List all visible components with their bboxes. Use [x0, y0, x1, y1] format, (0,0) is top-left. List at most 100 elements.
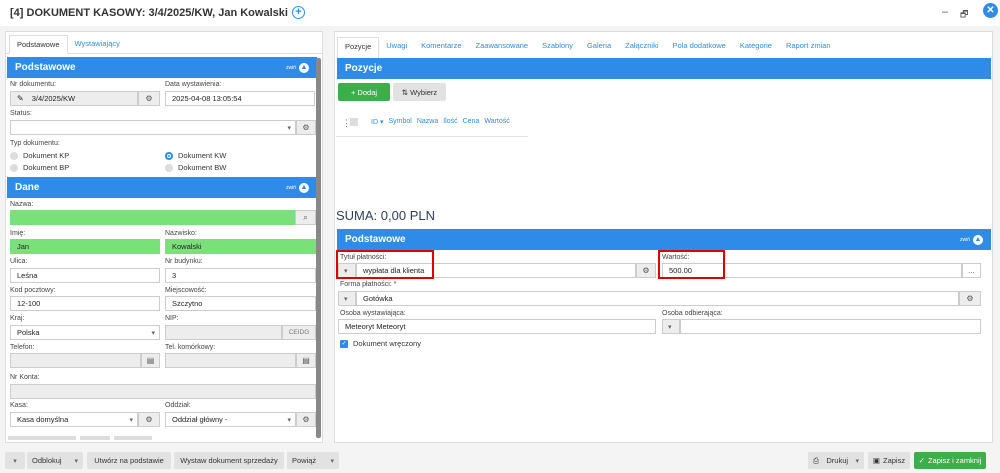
collapse-label: zwiń [959, 236, 970, 243]
tab-uwagi[interactable]: Uwagi [379, 37, 414, 56]
col-nazwa[interactable]: Nazwa [417, 118, 438, 126]
tytul-gear-icon[interactable]: ⚙ [636, 263, 656, 278]
col-wartosc[interactable]: Wartość [484, 118, 509, 126]
wystaw-button[interactable]: Wystaw dokument sprzedaży [174, 452, 284, 469]
nip-field[interactable] [165, 325, 282, 340]
chevron-down-icon: ▾ [855, 457, 859, 465]
oddzial-select[interactable]: Oddział główny - ▾ [165, 412, 296, 427]
message-icon[interactable]: ▤ [141, 353, 160, 368]
message-icon[interactable]: ▤ [296, 353, 316, 368]
restore-icon[interactable]: 🗗 [960, 7, 968, 23]
status-gear-icon[interactable]: ⚙ [296, 120, 316, 135]
tab-kategorie[interactable]: Kategorie [733, 37, 779, 56]
forma-dropdown-caret[interactable]: ▾ [338, 291, 356, 306]
osoba-odbierajaca-label: Osoba odbierająca: [662, 310, 723, 317]
tab-raport-zmian[interactable]: Raport zmian [779, 37, 838, 56]
kasa-select[interactable]: Kasa domyślna ▾ [10, 412, 138, 427]
tab-pola-dodatkowe[interactable]: Pola dodatkowe [665, 37, 732, 56]
telefon-field[interactable] [10, 353, 141, 368]
tab-pozycje[interactable]: Pozycje [337, 37, 380, 60]
tel-komorkowy-field[interactable] [165, 353, 296, 368]
minimize-icon[interactable]: – [942, 6, 948, 18]
tab-galeria[interactable]: Galeria [580, 37, 618, 56]
tab-szablony[interactable]: Szablony [535, 37, 580, 56]
miejscowosc-field[interactable]: Szczytno [165, 296, 316, 311]
radio-dokument-bp[interactable]: Dokument BP [10, 163, 69, 172]
nr-konta-field[interactable] [10, 384, 316, 399]
forma-gear-icon[interactable]: ⚙ [959, 291, 981, 306]
status-select[interactable]: ▾ [10, 120, 296, 135]
kraj-label: Kraj: [10, 315, 25, 322]
col-symbol[interactable]: Symbol [388, 118, 411, 126]
chevron-up-icon: ▲ [299, 182, 309, 193]
nr-budynku-field[interactable]: 3 [165, 268, 316, 283]
dodaj-button[interactable]: + Dodaj [338, 83, 390, 101]
close-icon[interactable]: ✕ [983, 3, 998, 18]
menu-caret-button[interactable]: ▾ [5, 452, 25, 469]
powiaz-button[interactable]: Powiąż ▾ [287, 452, 339, 469]
osoba-odbierajaca-caret[interactable]: ▾ [662, 319, 680, 334]
left-scrollbar[interactable] [316, 58, 321, 438]
radio-label: Dokument BW [178, 163, 227, 172]
oddzial-gear-icon[interactable]: ⚙ [296, 412, 316, 427]
section-title: Podstawowe [15, 62, 76, 73]
kasa-gear-icon[interactable]: ⚙ [138, 412, 160, 427]
oddzial-value: Oddział główny - [172, 415, 228, 424]
zapisz-i-zamknij-button[interactable]: ✓ Zapisz i zamknij [914, 452, 986, 469]
radio-dokument-kw[interactable]: Dokument KW [165, 151, 226, 160]
collapse-toggle[interactable]: zwiń ▲ [286, 182, 309, 193]
search-icon[interactable]: ⌕ [295, 210, 316, 225]
kraj-select[interactable]: Polska ▾ [10, 325, 160, 340]
ulica-field[interactable]: Leśna [10, 268, 160, 283]
data-wystawienia-field[interactable]: 2025-04-08 13:05:54 [165, 91, 315, 106]
wartosc-more-button[interactable]: ... [962, 263, 981, 278]
wybierz-button[interactable]: ⇅ Wybierz [393, 83, 446, 101]
nazwisko-field[interactable]: Kowalski [165, 239, 316, 254]
nazwa-field[interactable] [10, 210, 295, 225]
right-podstawowe-header[interactable]: Podstawowe zwiń ▲ [337, 229, 991, 250]
pencil-icon[interactable]: ✎ [17, 94, 24, 103]
collapse-toggle[interactable]: zwiń ▲ [959, 234, 983, 245]
add-circle-icon[interactable]: + [291, 6, 305, 19]
tab-zalaczniki[interactable]: Załączniki [618, 37, 665, 56]
tab-podstawowe[interactable]: Podstawowe [9, 35, 68, 54]
suma-total: SUMA: 0,00 PLN [336, 208, 435, 223]
nip-label: NIP: [165, 315, 179, 322]
placeholder-bar [8, 436, 76, 440]
right-tabs: Pozycje Uwagi Komentarze Zaawansowane Sz… [337, 37, 991, 60]
forma-platnosci-field[interactable]: Gotówka [356, 291, 959, 306]
dokument-wreczony-checkbox[interactable]: ✓ Dokument wręczony [340, 339, 421, 348]
col-ilosc[interactable]: Ilość [443, 118, 457, 126]
select-all-checkbox[interactable] [350, 118, 358, 126]
radio-label: Dokument BP [23, 163, 70, 172]
nazwisko-label: Nazwisko: [165, 230, 197, 237]
imie-field[interactable]: Jan [10, 239, 160, 254]
ulica-label: Ulica: [10, 258, 28, 265]
section-dane-header[interactable]: Dane zwiń ▲ [7, 177, 317, 198]
kod-pocztowy-field[interactable]: 12-100 [10, 296, 160, 311]
zapisz-button[interactable]: ▣ Zapisz [868, 452, 910, 469]
radio-icon [10, 163, 18, 172]
collapse-label: zwiń [285, 64, 296, 71]
collapse-toggle[interactable]: zwiń ▲ [285, 62, 309, 73]
drukuj-button[interactable]: ⎙ Drukuj ▾ [808, 452, 864, 469]
nr-dokumentu-field[interactable]: ✎ 3/4/2025/KW [10, 91, 138, 106]
tab-wystawiajacy[interactable]: Wystawiający [68, 35, 127, 54]
section-title: Dane [15, 182, 40, 193]
osoba-odbierajaca-field[interactable] [680, 319, 981, 334]
radio-label: Dokument KP [23, 151, 70, 160]
tab-zaawansowane[interactable]: Zaawansowane [469, 37, 536, 56]
tab-komentarze[interactable]: Komentarze [414, 37, 468, 56]
osoba-wystawiajaca-field[interactable]: Meteoryt Meteoryt [338, 319, 656, 334]
gear-icon[interactable]: ⚙ [138, 91, 160, 106]
utworz-button[interactable]: Utwórz na podstawie [87, 452, 171, 469]
radio-dokument-kp[interactable]: Dokument KP [10, 151, 69, 160]
odblokuj-button[interactable]: Odblokuj ▾ [27, 452, 83, 469]
status-label: Status: [10, 110, 32, 117]
radio-dokument-bw[interactable]: Dokument BW [165, 163, 226, 172]
col-cena[interactable]: Cena [463, 118, 480, 126]
section-podstawowe-header[interactable]: Podstawowe zwiń ▲ [7, 57, 317, 78]
nr-budynku-label: Nr budynku: [165, 258, 203, 265]
ceidg-button[interactable]: CEIDG [282, 325, 316, 340]
col-id[interactable]: ID ▾ [371, 118, 383, 126]
